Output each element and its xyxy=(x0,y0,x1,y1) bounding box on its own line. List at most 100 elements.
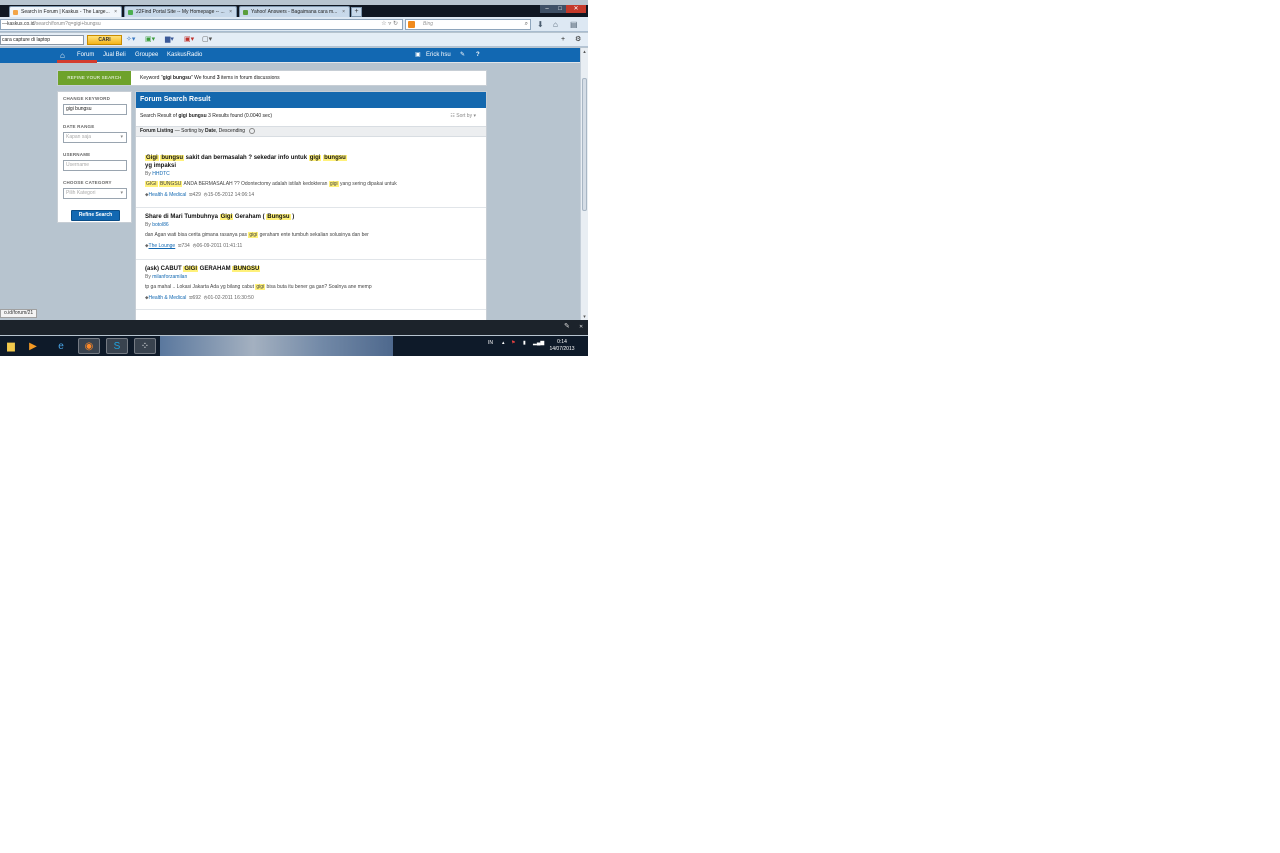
plus-icon[interactable]: + xyxy=(561,35,565,45)
username-input[interactable]: Username xyxy=(63,160,127,171)
summary-suffix: 3 Results found (0.0040 sec) xyxy=(206,113,273,119)
thread-meta: ⬥Health & Medical ✉429 ◷15-05-2012 14:06… xyxy=(145,192,254,198)
listing-sorting: — Sorting by xyxy=(173,128,206,134)
blackberry-icon[interactable]: ⁘ xyxy=(134,338,156,354)
refine-search-button[interactable]: Refine Search xyxy=(71,210,120,221)
kaskus-nav-bar: ⌂ Forum Jual Beli Groupee KaskusRadio ▣ … xyxy=(0,48,588,63)
skype-icon[interactable]: S xyxy=(106,338,128,354)
home-browser-icon[interactable]: ⌂ xyxy=(553,20,558,29)
chat-icon[interactable]: ✧▾ xyxy=(126,35,135,45)
tab-close-icon[interactable]: × xyxy=(110,9,117,15)
explorer-folder-icon[interactable]: ▆ xyxy=(0,338,22,354)
tab-close-icon[interactable]: × xyxy=(225,9,232,15)
block-icon[interactable]: ▣▾ xyxy=(184,35,194,45)
browser-tab-strip: Search in Forum | Kaskus - The Large... … xyxy=(0,5,588,17)
tab-close-icon[interactable]: × xyxy=(338,9,345,15)
22find-favicon-icon xyxy=(128,10,133,15)
date-range-select[interactable]: Kapan saja ▾ xyxy=(63,132,127,143)
tab-title: Yahoo! Answers - Bagaimana cara m... xyxy=(251,9,338,15)
highlight-term: Bungsu xyxy=(266,214,291,220)
scroll-up-icon[interactable]: ▴ xyxy=(581,49,588,55)
text-segment: yg impaksi xyxy=(145,163,177,169)
tab-yahoo-answers[interactable]: Yahoo! Answers - Bagaimana cara m... × xyxy=(239,6,350,17)
media-player-icon[interactable]: ▶ xyxy=(22,338,44,354)
post-date: 01-02-2011 16:30:50 xyxy=(207,295,254,301)
close-icon[interactable]: ✕ xyxy=(579,322,583,332)
author-link[interactable]: botol86 xyxy=(152,222,168,228)
category-link[interactable]: Health & Medical xyxy=(149,192,187,198)
battery-icon[interactable]: ▮ xyxy=(523,340,526,346)
taskbar-clock[interactable]: 0:14 14/07/2013 xyxy=(548,339,576,353)
tray-expand-icon[interactable]: ▴ xyxy=(502,340,505,346)
kaskus-favicon-icon xyxy=(13,10,18,15)
sort-toggle-icon[interactable] xyxy=(249,127,256,134)
sort-by-dropdown[interactable]: ☷ Sort by ▾ xyxy=(450,113,476,119)
list-icon: ☷ xyxy=(450,113,455,119)
thread-snippet: tp ga mahal .. Lokasi Jakarta Ada yg bil… xyxy=(145,284,372,290)
results-title: Forum Search Result xyxy=(136,92,486,108)
text-segment: geraham ente tumbuh sekalian solusinya d… xyxy=(258,232,369,238)
text-segment: tp ga mahal .. Lokasi Jakarta Ada yg bil… xyxy=(145,284,256,290)
highlight-term: gigi xyxy=(308,155,322,161)
download-icon[interactable]: ⬇ xyxy=(537,20,544,29)
gear-icon[interactable]: ⚙ xyxy=(575,35,581,45)
new-tab-button[interactable]: + xyxy=(351,7,362,17)
refine-your-search-button[interactable]: REFINE YOUR SEARCH xyxy=(58,71,131,85)
add-icon[interactable]: ▣▾ xyxy=(145,35,155,45)
date-range-label: DATE RANGE xyxy=(63,124,95,129)
wrench-icon[interactable]: ✎ xyxy=(564,322,570,332)
signal-icon[interactable]: ▂▄▆ xyxy=(533,340,544,346)
bookmark-star-icon[interactable]: ☆ ▿ ↻ xyxy=(381,20,398,29)
thread-meta: ⬥Health & Medical ✉692 ◷01-02-2011 16:30… xyxy=(145,295,254,301)
toolbar-search-input[interactable]: cara capture di laptop xyxy=(0,35,84,45)
internet-explorer-icon[interactable]: e xyxy=(50,338,72,354)
forum-search-results: Forum Search Result Search Result of gig… xyxy=(135,91,487,321)
windows-taskbar: ▆ ▶ e ◉ S ⁘ IN ▴ ⚑ ▮ ▂▄▆ xyxy=(0,336,588,356)
chevron-down-icon: ▾ xyxy=(120,134,123,140)
minimize-window-button[interactable]: – xyxy=(540,5,554,13)
clock-date: 14/07/2013 xyxy=(549,346,575,352)
keyword-input[interactable]: gigi bungsu xyxy=(63,104,127,115)
toolbar-cari-button[interactable]: CARI xyxy=(87,35,122,45)
search-icon[interactable]: ⌕ xyxy=(525,20,528,29)
thread-title[interactable]: Share di Mari Tumbuhnya Gigi Geraham ( B… xyxy=(145,213,405,221)
tab-title: 22Find Portal Site -- My Homepage -- ... xyxy=(136,9,225,15)
highlight-term: bungsu xyxy=(323,155,347,161)
scrollbar-thumb[interactable] xyxy=(582,78,587,211)
menu-icon[interactable]: ▤ xyxy=(570,20,578,29)
category-select[interactable]: Pilih Kategori ▾ xyxy=(63,188,127,199)
chevron-down-icon: ▾ xyxy=(120,190,123,196)
result-item: Share di Mari Tumbuhnya Gigi Geraham ( B… xyxy=(136,208,486,260)
category-link[interactable]: Health & Medical xyxy=(149,295,187,301)
text-segment: GERAHAM xyxy=(198,266,233,272)
address-bar[interactable]: —kaskus.co.id/search/forum?q=gigi+bungsu… xyxy=(0,19,403,30)
thread-snippet: dan Agan wati bisa cerita gimana rasanya… xyxy=(145,232,369,238)
search-placeholder: Bing xyxy=(423,21,434,27)
tab-kaskus-search[interactable]: Search in Forum | Kaskus - The Large... … xyxy=(9,6,122,17)
chevron-down-icon: ▾ xyxy=(473,113,476,119)
yahoo-favicon-icon xyxy=(243,10,248,15)
result-item: Gigi bungsu sakit dan bermasalah ? seked… xyxy=(136,147,486,208)
username-label: USERNAME xyxy=(63,152,91,157)
firefox-icon[interactable]: ◉ xyxy=(78,338,100,354)
page-scrollbar[interactable]: ▴ ▾ xyxy=(580,48,588,321)
facebook-icon[interactable]: ▆▾ xyxy=(165,35,174,45)
author-link[interactable]: milanforzamilan xyxy=(152,274,187,280)
help-icon[interactable]: ? xyxy=(476,48,588,63)
thread-title[interactable]: Gigi bungsu sakit dan bermasalah ? seked… xyxy=(145,154,350,170)
author-link[interactable]: HHDTC xyxy=(152,171,170,177)
copy-icon[interactable]: ▢▾ xyxy=(202,35,212,45)
maximize-window-button[interactable]: □ xyxy=(554,5,566,13)
summary-keyword: gigi bungsu xyxy=(178,113,207,119)
choose-category-label: CHOOSE CATEGORY xyxy=(63,180,112,185)
network-alert-icon[interactable]: ⚑ xyxy=(511,340,515,346)
close-window-button[interactable]: ✕ xyxy=(566,5,586,13)
text-segment: Geraham ( xyxy=(233,214,267,220)
language-indicator[interactable]: IN xyxy=(488,340,493,346)
highlight-term: Gigi xyxy=(145,155,159,161)
category-link[interactable]: The Lounge xyxy=(149,243,176,249)
thread-title[interactable]: (ask) CABUT GIGI GERAHAM BUNGSU xyxy=(145,265,405,273)
browser-search-box[interactable]: Bing ⌕ xyxy=(405,19,531,30)
active-section-indicator xyxy=(57,60,97,63)
tab-22find[interactable]: 22Find Portal Site -- My Homepage -- ...… xyxy=(124,6,237,17)
